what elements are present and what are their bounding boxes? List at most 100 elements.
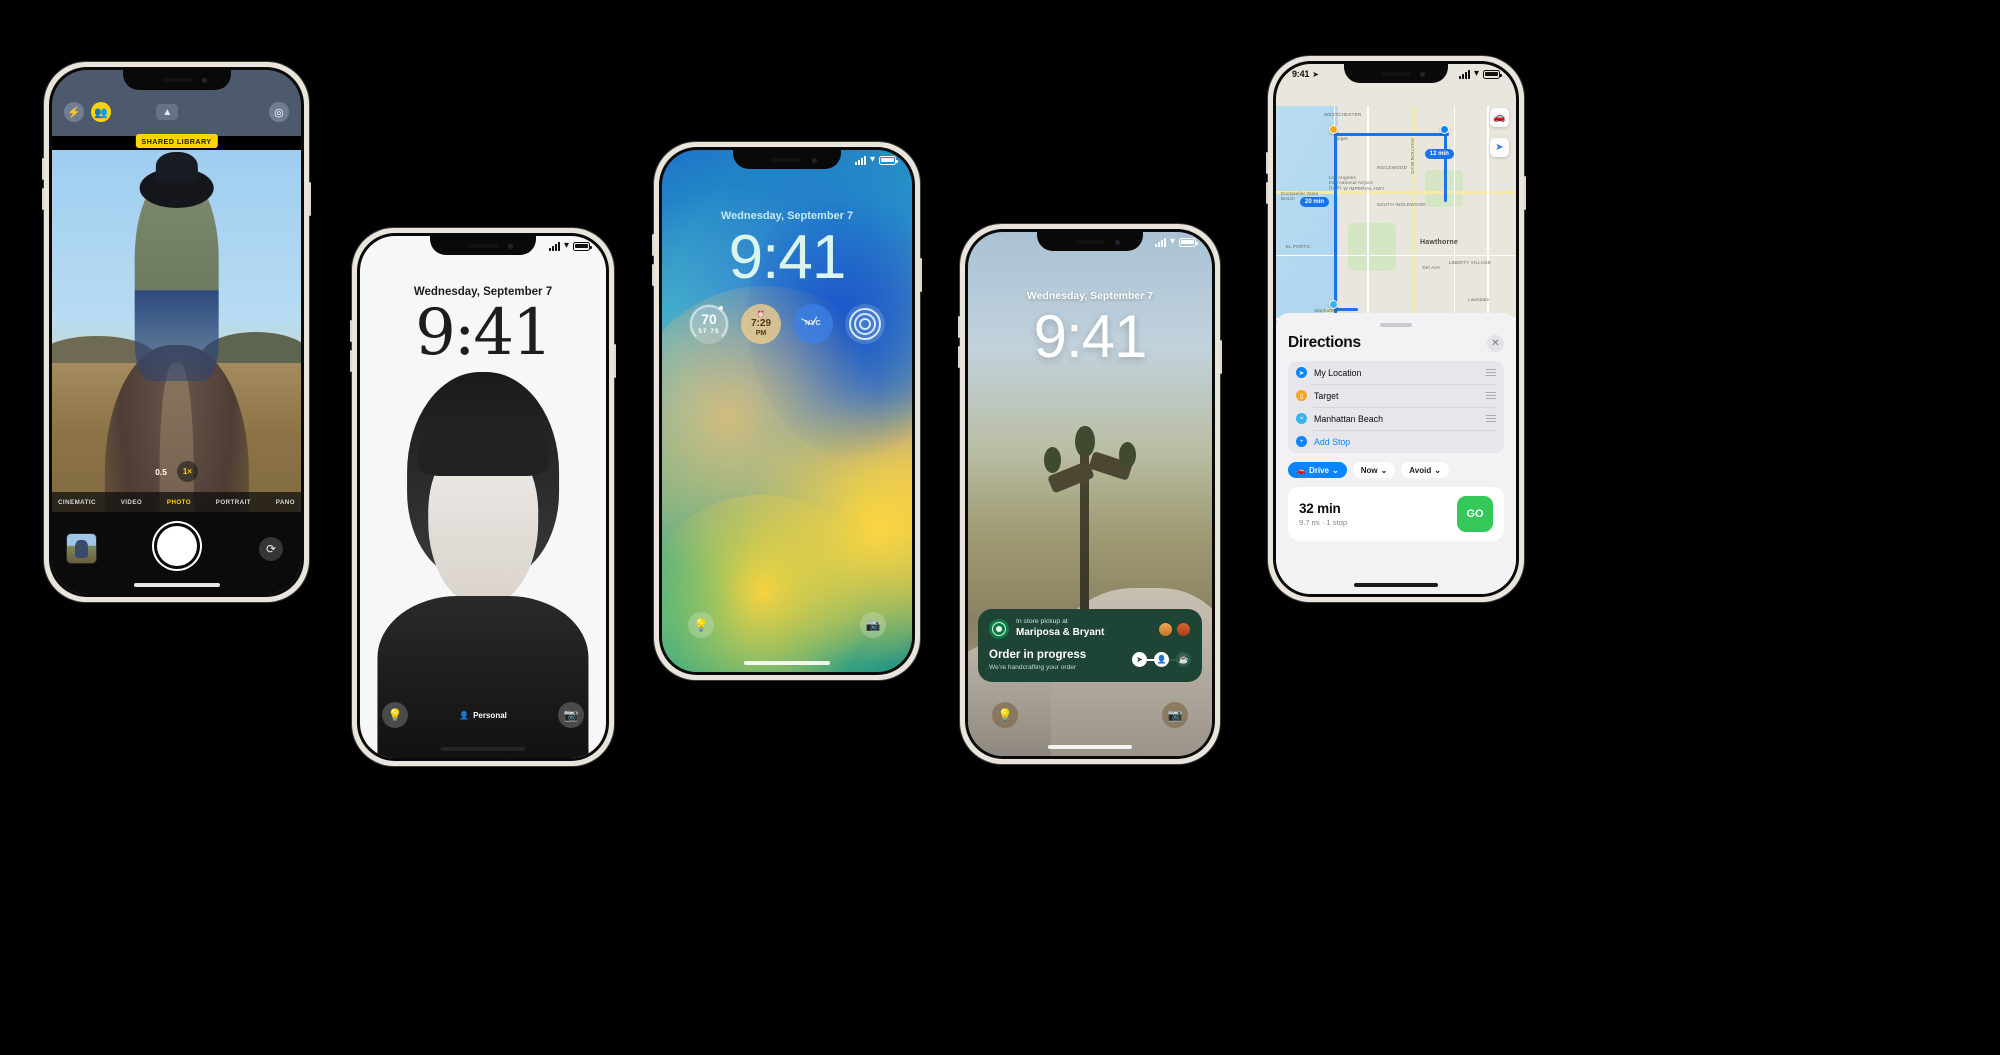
volume-down-button[interactable]: [958, 346, 960, 368]
zoom-control-row: 0.5 1×: [52, 461, 301, 482]
power-button[interactable]: [1220, 340, 1222, 374]
notch: [430, 236, 536, 255]
map-label-inglewood: INGLEWOOD: [1376, 164, 1408, 170]
lock-screen-bw[interactable]: ▾ Wednesday, September 7 9:41 💡 👤 Person…: [360, 236, 606, 758]
phone-lock-screen-bw: ▾ Wednesday, September 7 9:41 💡 👤 Person…: [350, 228, 616, 766]
list-item[interactable]: ≈ Manhattan Beach: [1288, 407, 1504, 430]
home-indicator[interactable]: [1048, 745, 1132, 749]
flashlight-icon[interactable]: 💡: [688, 612, 714, 638]
chevron-up-icon[interactable]: ▲: [156, 104, 179, 120]
camera-mode-strip[interactable]: CINEMATIC VIDEO PHOTO PORTRAIT PANO: [52, 492, 301, 512]
flashlight-icon[interactable]: 💡: [382, 702, 408, 728]
activity-rings-widget[interactable]: [845, 303, 885, 344]
alarm-time: 7:29: [750, 318, 771, 330]
status-time: 9:41: [1292, 69, 1310, 79]
weather-marker-dot: [719, 305, 723, 310]
volume-up-button[interactable]: [350, 320, 352, 342]
live-activity-card[interactable]: In store pickup at Mariposa & Bryant Ord…: [978, 609, 1202, 682]
volume-down-button[interactable]: [1266, 182, 1268, 204]
speaker-grille: [468, 243, 498, 248]
map-pin-target[interactable]: [1328, 124, 1338, 134]
shutter-button[interactable]: [156, 526, 197, 566]
power-button[interactable]: [1524, 176, 1526, 210]
live-photo-icon[interactable]: ◎: [268, 102, 289, 122]
camera-mode-video[interactable]: VIDEO: [121, 499, 143, 506]
sheet-header: Directions ✕: [1288, 334, 1504, 352]
flashlight-icon[interactable]: 💡: [992, 702, 1018, 728]
transport-mode-button[interactable]: 🚗 Drive ⌄: [1288, 462, 1347, 479]
lock-screen-main[interactable]: ▾ Wednesday, September 7 9:41 70 57 75 ⏰…: [662, 150, 912, 672]
home-indicator[interactable]: [441, 747, 525, 751]
location-arrow-icon: ➤: [1312, 69, 1319, 79]
world-clock-widget[interactable]: NYC: [793, 303, 833, 344]
power-button[interactable]: [309, 182, 311, 216]
camera-mode-pano[interactable]: PANO: [276, 499, 295, 506]
avoid-button[interactable]: Avoid ⌄: [1401, 462, 1449, 479]
status-icons: ▾: [548, 241, 592, 251]
lock-footer: 💡 📷: [662, 612, 912, 638]
alarm-widget[interactable]: ⏰ 7:29 PM: [741, 303, 781, 344]
notch: [733, 150, 841, 169]
chevron-down-icon: ⌄: [1434, 465, 1441, 475]
weather-ring: [690, 304, 728, 343]
cellular-icon: [1458, 69, 1470, 79]
add-stop-row[interactable]: + Add Stop: [1288, 430, 1504, 453]
locate-button[interactable]: ➤: [1490, 138, 1509, 157]
photo-thumbnail[interactable]: [66, 533, 97, 564]
volume-down-button[interactable]: [42, 188, 44, 210]
lock-date: Wednesday, September 7: [1026, 289, 1154, 302]
home-indicator[interactable]: [133, 583, 220, 587]
go-button[interactable]: GO: [1457, 496, 1493, 533]
portrait-subject: [377, 371, 589, 758]
lock-footer: 💡 📷: [968, 702, 1212, 728]
list-item[interactable]: ➤ My Location: [1288, 361, 1504, 384]
camera-icon[interactable]: 📷: [557, 702, 584, 728]
power-button[interactable]: [920, 258, 922, 292]
camera-mode-photo[interactable]: PHOTO: [167, 499, 191, 506]
volume-down-button[interactable]: [652, 264, 654, 286]
map-label-el-porto: EL PORTO: [1285, 244, 1311, 250]
drag-handle[interactable]: [1486, 369, 1496, 377]
volume-down-button[interactable]: [350, 350, 352, 372]
phone-maps: 12 min 20 min Hawthorne Del Aire Lawndal…: [1266, 56, 1526, 602]
zoom-option-0[interactable]: 0.5: [155, 467, 167, 477]
camera-flip-icon[interactable]: ⟳: [259, 537, 283, 561]
status-icons: ▾: [854, 155, 898, 165]
camera-icon[interactable]: 📷: [860, 612, 886, 638]
camera-mode-cinematic[interactable]: CINEMATIC: [58, 499, 96, 506]
maps-screen[interactable]: 12 min 20 min Hawthorne Del Aire Lawndal…: [1276, 64, 1516, 594]
camera-icon[interactable]: 📷: [1162, 702, 1188, 728]
close-icon[interactable]: ✕: [1487, 334, 1504, 352]
zoom-option-1[interactable]: 1×: [176, 461, 198, 482]
store-icon: ▯: [1296, 390, 1307, 402]
portrait-body: [377, 595, 589, 758]
transit-button[interactable]: 🚗: [1490, 108, 1509, 127]
volume-up-button[interactable]: [42, 158, 44, 180]
home-indicator[interactable]: [1354, 583, 1438, 587]
people-icon[interactable]: 👥: [91, 102, 111, 122]
list-item[interactable]: ▯ Target: [1288, 384, 1504, 407]
directions-sheet[interactable]: Directions ✕ ➤ My Location ▯ Target ≈ Ma…: [1276, 313, 1516, 594]
lock-screen-live[interactable]: ▾ Wednesday, September 7 9:41 In store p…: [968, 232, 1212, 756]
camera-mode-portrait[interactable]: PORTRAIT: [216, 499, 251, 506]
drag-handle[interactable]: [1486, 392, 1496, 400]
speaker-grille: [161, 78, 192, 82]
speaker-grille: [1381, 71, 1411, 76]
volume-up-button[interactable]: [1266, 152, 1268, 174]
focus-status[interactable]: 👤 Personal: [459, 711, 507, 720]
map-label-target: Target: [1333, 135, 1348, 141]
activity-ring-inner: [859, 317, 871, 330]
route-summary-card[interactable]: 32 min 9.7 mi · 1 stop GO: [1288, 487, 1504, 542]
volume-up-button[interactable]: [958, 316, 960, 338]
power-button[interactable]: [614, 344, 616, 378]
flash-icon[interactable]: ⚡: [64, 102, 84, 122]
drag-handle[interactable]: [1486, 415, 1496, 423]
weather-widget[interactable]: 70 57 75: [689, 303, 729, 344]
depart-time-button[interactable]: Now ⌄: [1352, 462, 1396, 479]
sheet-drag-handle[interactable]: [1380, 323, 1412, 328]
alarm-meridiem: PM: [755, 329, 767, 337]
live-activity-status-block: Order in progress We’re handcrafting you…: [989, 649, 1124, 671]
home-indicator[interactable]: [744, 661, 830, 665]
volume-up-button[interactable]: [652, 234, 654, 256]
camera-screen[interactable]: ⚡ 👥 ▲ ◎ SHARED LIBRARY 0.5 1× CINEMATIC …: [52, 70, 301, 594]
